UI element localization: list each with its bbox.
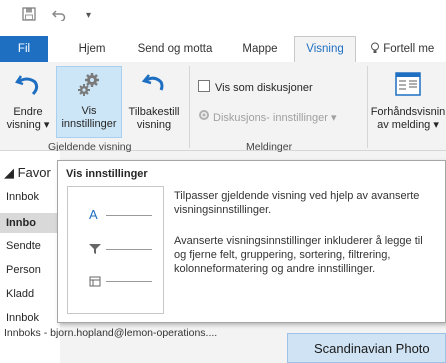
change-view-icon [2, 66, 54, 106]
show-as-conversations-checkbox[interactable]: Vis som diskusjoner [198, 80, 313, 94]
chevron-down-icon[interactable]: ▾ [86, 10, 91, 21]
reset-icon [124, 66, 184, 106]
ribbon-separator [367, 66, 368, 148]
line-decoration [106, 281, 152, 282]
tab-file[interactable]: Fil [0, 36, 48, 62]
message-preview-icon [370, 66, 446, 106]
mailbox-label[interactable]: Innboks - bjorn.hopland@lemon-operations… [4, 327, 217, 339]
tell-me-label: Fortell me [383, 43, 435, 55]
line-decoration [106, 249, 152, 250]
tab-view[interactable]: Visning [294, 36, 356, 63]
ribbon: Endre visning ▾ Vis innstillinger Tilbak… [0, 62, 446, 153]
tooltip-details: Avanserte visningsinnstillinger inkluder… [174, 235, 423, 275]
message-preview-button[interactable]: Forhåndsvisnin av melding ▾ [370, 66, 446, 138]
tab-home[interactable]: Hjem [72, 36, 112, 62]
filter-icon [89, 243, 101, 258]
folder-item[interactable]: Kladd [6, 288, 34, 300]
conversation-settings-button[interactable]: Diskusjons- innstillinger ▾ [198, 109, 337, 124]
folder-item[interactable]: Sendte [6, 240, 41, 252]
reset-view-button[interactable]: Tilbakestill visning [124, 66, 184, 138]
tooltip-description: Tilpasser gjeldende visning ved hjelp av… [174, 190, 420, 216]
folder-item[interactable]: Person [6, 264, 41, 276]
change-view-button[interactable]: Endre visning ▾ [2, 66, 54, 138]
view-settings-button[interactable]: Vis innstillinger [56, 66, 122, 138]
lightbulb-icon [370, 38, 380, 53]
save-icon[interactable] [22, 7, 36, 24]
undo-icon[interactable] [51, 7, 66, 24]
tell-me-search[interactable]: Fortell me [370, 36, 446, 62]
columns-icon [89, 275, 101, 290]
checkbox-box [198, 80, 210, 92]
folder-item[interactable]: Innbo [6, 217, 36, 229]
tab-folder[interactable]: Mappe [238, 36, 282, 62]
tooltip-title: Vis innstillinger [66, 168, 148, 180]
ribbon-separator [189, 66, 190, 148]
gears-icon [57, 67, 121, 105]
ribbon-tabs: Fil Hjem Send og motta Mappe Visning For… [0, 36, 446, 63]
tooltip-illustration: A [67, 186, 164, 314]
group-messages-label: Meldinger [246, 141, 293, 153]
folder-item[interactable]: Innbok [6, 191, 39, 203]
folder-item[interactable]: Innbok [6, 312, 39, 324]
conversation-settings-icon [198, 109, 210, 124]
quick-access-toolbar: ▾ [0, 0, 446, 36]
message-list-item[interactable]: Scandinavian Photo [287, 333, 446, 363]
group-current-view-label: Gjeldende visning [48, 141, 132, 153]
favorites-header[interactable]: ◢ Favor [4, 165, 51, 181]
line-decoration [106, 215, 152, 216]
view-settings-tooltip: Vis innstillinger A Tilpasser gjeldende … [57, 160, 446, 323]
font-letter-icon: A [89, 207, 98, 222]
tab-send-receive[interactable]: Send og motta [130, 36, 220, 62]
